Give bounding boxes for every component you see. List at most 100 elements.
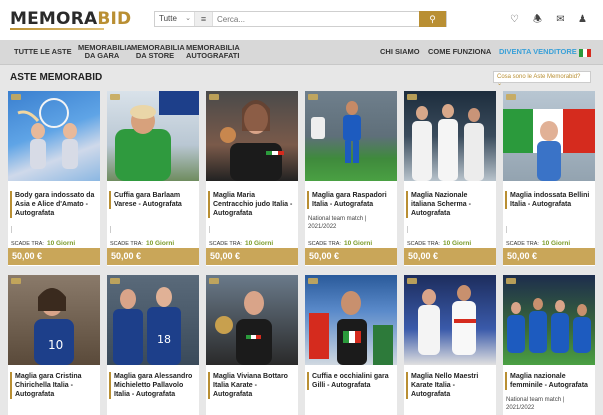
menu-icon[interactable]: ≡ <box>195 12 213 26</box>
card-title: Cuffia e occhialini gara Gilli - Autogra… <box>307 372 393 390</box>
photo-volleyball-player: 10 <box>34 288 74 365</box>
price-bar[interactable]: 50,00 € <box>107 248 199 265</box>
expiry-days: 10 Giorni <box>145 240 175 247</box>
photo-karateka <box>215 291 272 365</box>
nav-label: DIVENTA VENDITORE <box>499 47 577 56</box>
product-image[interactable] <box>404 91 496 181</box>
price-bar[interactable]: 50,00 € <box>404 248 496 265</box>
auction-card[interactable]: 10 Maglia gara Cristina Chirichella Ital… <box>8 275 100 415</box>
search-input[interactable] <box>215 12 415 26</box>
card-subtitle: National team match | 2021/2022 <box>506 397 565 411</box>
auction-card[interactable]: Cuffia gara Barlaam Varese - Autografata… <box>107 91 199 266</box>
nav-label: COME FUNZIONA <box>428 47 492 56</box>
product-image[interactable] <box>107 91 199 181</box>
price-bar[interactable]: 50,00 € <box>305 248 397 265</box>
product-image[interactable] <box>305 275 397 365</box>
auction-card[interactable]: Cuffia e occhialini gara Gilli - Autogra… <box>305 275 397 415</box>
photo-swimmer-2 <box>309 291 393 365</box>
auction-card[interactable]: Maglia gara Raspadori Italia - Autografa… <box>305 91 397 266</box>
svg-text:18: 18 <box>157 333 171 346</box>
mail-icon[interactable]: ✉ <box>554 13 567 26</box>
price-bar[interactable]: 50,00 € <box>503 248 595 265</box>
main-nav: TUTTE LE ASTE MEMORABILIA DA GARA MEMORAB… <box>0 40 603 65</box>
product-image[interactable] <box>503 275 595 365</box>
expiry-label: SCADE TRA: <box>11 241 44 247</box>
product-image[interactable] <box>305 91 397 181</box>
nav-chi-siamo[interactable]: CHI SIAMO <box>380 48 420 56</box>
nav-memorabilia-autografati[interactable]: MEMORABILIA AUTOGRAFATI <box>186 44 240 60</box>
expiry-label: SCADE TRA: <box>308 241 341 247</box>
product-image[interactable] <box>404 275 496 365</box>
expiry: SCADE TRA: 10 Giorni <box>11 240 75 247</box>
photo-judoka <box>220 100 284 181</box>
expiry-days: 10 Giorni <box>541 240 571 247</box>
card-title: Body gara indossato da Asia e Alice d'Am… <box>10 191 96 218</box>
expiry: SCADE TRA: 10 Giorni <box>506 240 570 247</box>
search-button[interactable]: ⚲ <box>419 11 446 27</box>
auction-card[interactable]: Body gara indossato da Asia e Alice d'Am… <box>8 91 100 266</box>
product-image[interactable]: 18 <box>107 275 199 365</box>
nav-memorabilia-da-store[interactable]: MEMORABILIA DA STORE <box>131 44 185 60</box>
auction-card[interactable]: Maglia nazionale femminile - Autografata… <box>503 275 595 415</box>
category-select[interactable]: Tutte ⌄ <box>155 12 195 26</box>
expiry-days: 10 Giorni <box>46 240 76 247</box>
expiry-label: SCADE TRA: <box>110 241 143 247</box>
auction-badge <box>308 278 318 284</box>
expiry-days: 10 Giorni <box>442 240 472 247</box>
page-title: ASTE MEMORABID <box>10 72 103 83</box>
divider <box>209 226 211 233</box>
nav-tutte-le-aste[interactable]: TUTTE LE ASTE <box>14 48 72 56</box>
divider <box>506 226 508 233</box>
auction-badge <box>110 94 120 100</box>
logo-underline <box>10 28 104 30</box>
auction-badge <box>110 278 120 284</box>
nav-come-funziona[interactable]: COME FUNZIONA <box>428 48 491 56</box>
nav-diventa-venditore[interactable]: DIVENTA VENDITORE <box>499 48 577 56</box>
top-bar: MEMORABID Tutte ⌄ ≡ ⚲ ♡ 🕭 ✉ ♟ <box>0 0 603 40</box>
svg-text:10: 10 <box>48 338 63 352</box>
logo-text: MEMORA <box>10 9 98 29</box>
card-title: Maglia nazionale femminile - Autografata <box>505 372 591 390</box>
auction-card[interactable]: 18 Maglia gara Alessandro Michieletto Pa… <box>107 275 199 415</box>
nav-label: AUTOGRAFATI <box>186 51 240 60</box>
expiry: SCADE TRA: 10 Giorni <box>209 240 273 247</box>
card-title: Maglia gara Alessandro Michieletto Palla… <box>109 372 195 399</box>
price-bar[interactable]: 50,00 € <box>206 248 298 265</box>
divider <box>11 226 13 233</box>
photo-athlete-flag <box>503 109 595 181</box>
bell-icon[interactable]: 🕭 <box>531 13 544 26</box>
card-title: Maglia Nazionale italiana Scherma - Auto… <box>406 191 492 218</box>
product-image[interactable] <box>206 275 298 365</box>
user-icon[interactable]: ♟ <box>576 13 589 26</box>
card-title: Maglia Viviana Bottaro Italia Karate - A… <box>208 372 294 399</box>
expiry: SCADE TRA: 10 Giorni <box>407 240 471 247</box>
auction-card[interactable]: Maglia Maria Centracchio judo Italia - A… <box>206 91 298 266</box>
auction-card[interactable]: Maglia Nazionale italiana Scherma - Auto… <box>404 91 496 266</box>
auction-badge <box>506 94 516 100</box>
card-title: Maglia indossata Bellini Italia - Autogr… <box>505 191 591 209</box>
italy-flag-icon[interactable] <box>579 49 591 57</box>
divider <box>110 226 112 233</box>
photo-swimmer <box>115 91 199 181</box>
card-subtitle: National team match | 2021/2022 <box>308 216 367 230</box>
product-image[interactable] <box>206 91 298 181</box>
help-dropdown[interactable]: Cosa sono le Aste Memorabid? ⌄ <box>493 71 591 87</box>
logo-accent-text: BID <box>97 9 132 29</box>
auction-badge <box>11 278 21 284</box>
auction-badge <box>209 94 219 100</box>
auction-card[interactable]: Maglia Viviana Bottaro Italia Karate - A… <box>206 275 298 415</box>
heart-icon[interactable]: ♡ <box>508 13 521 26</box>
photo-footballer <box>311 101 361 163</box>
price-bar[interactable]: 50,00 € <box>8 248 100 265</box>
product-image[interactable] <box>503 91 595 181</box>
auction-badge <box>209 278 219 284</box>
expiry-label: SCADE TRA: <box>407 241 440 247</box>
auction-card[interactable]: Maglia Nello Maestri Karate Italia - Aut… <box>404 275 496 415</box>
logo[interactable]: MEMORABID <box>10 9 131 29</box>
photo-fencers <box>412 104 484 181</box>
auction-card[interactable]: Maglia indossata Bellini Italia - Autogr… <box>503 91 595 266</box>
product-image[interactable] <box>8 91 100 181</box>
product-image[interactable]: 10 <box>8 275 100 365</box>
nav-memorabilia-da-gara[interactable]: MEMORABILIA DA GARA <box>78 44 132 60</box>
card-title: Maglia gara Cristina Chirichella Italia … <box>10 372 96 399</box>
